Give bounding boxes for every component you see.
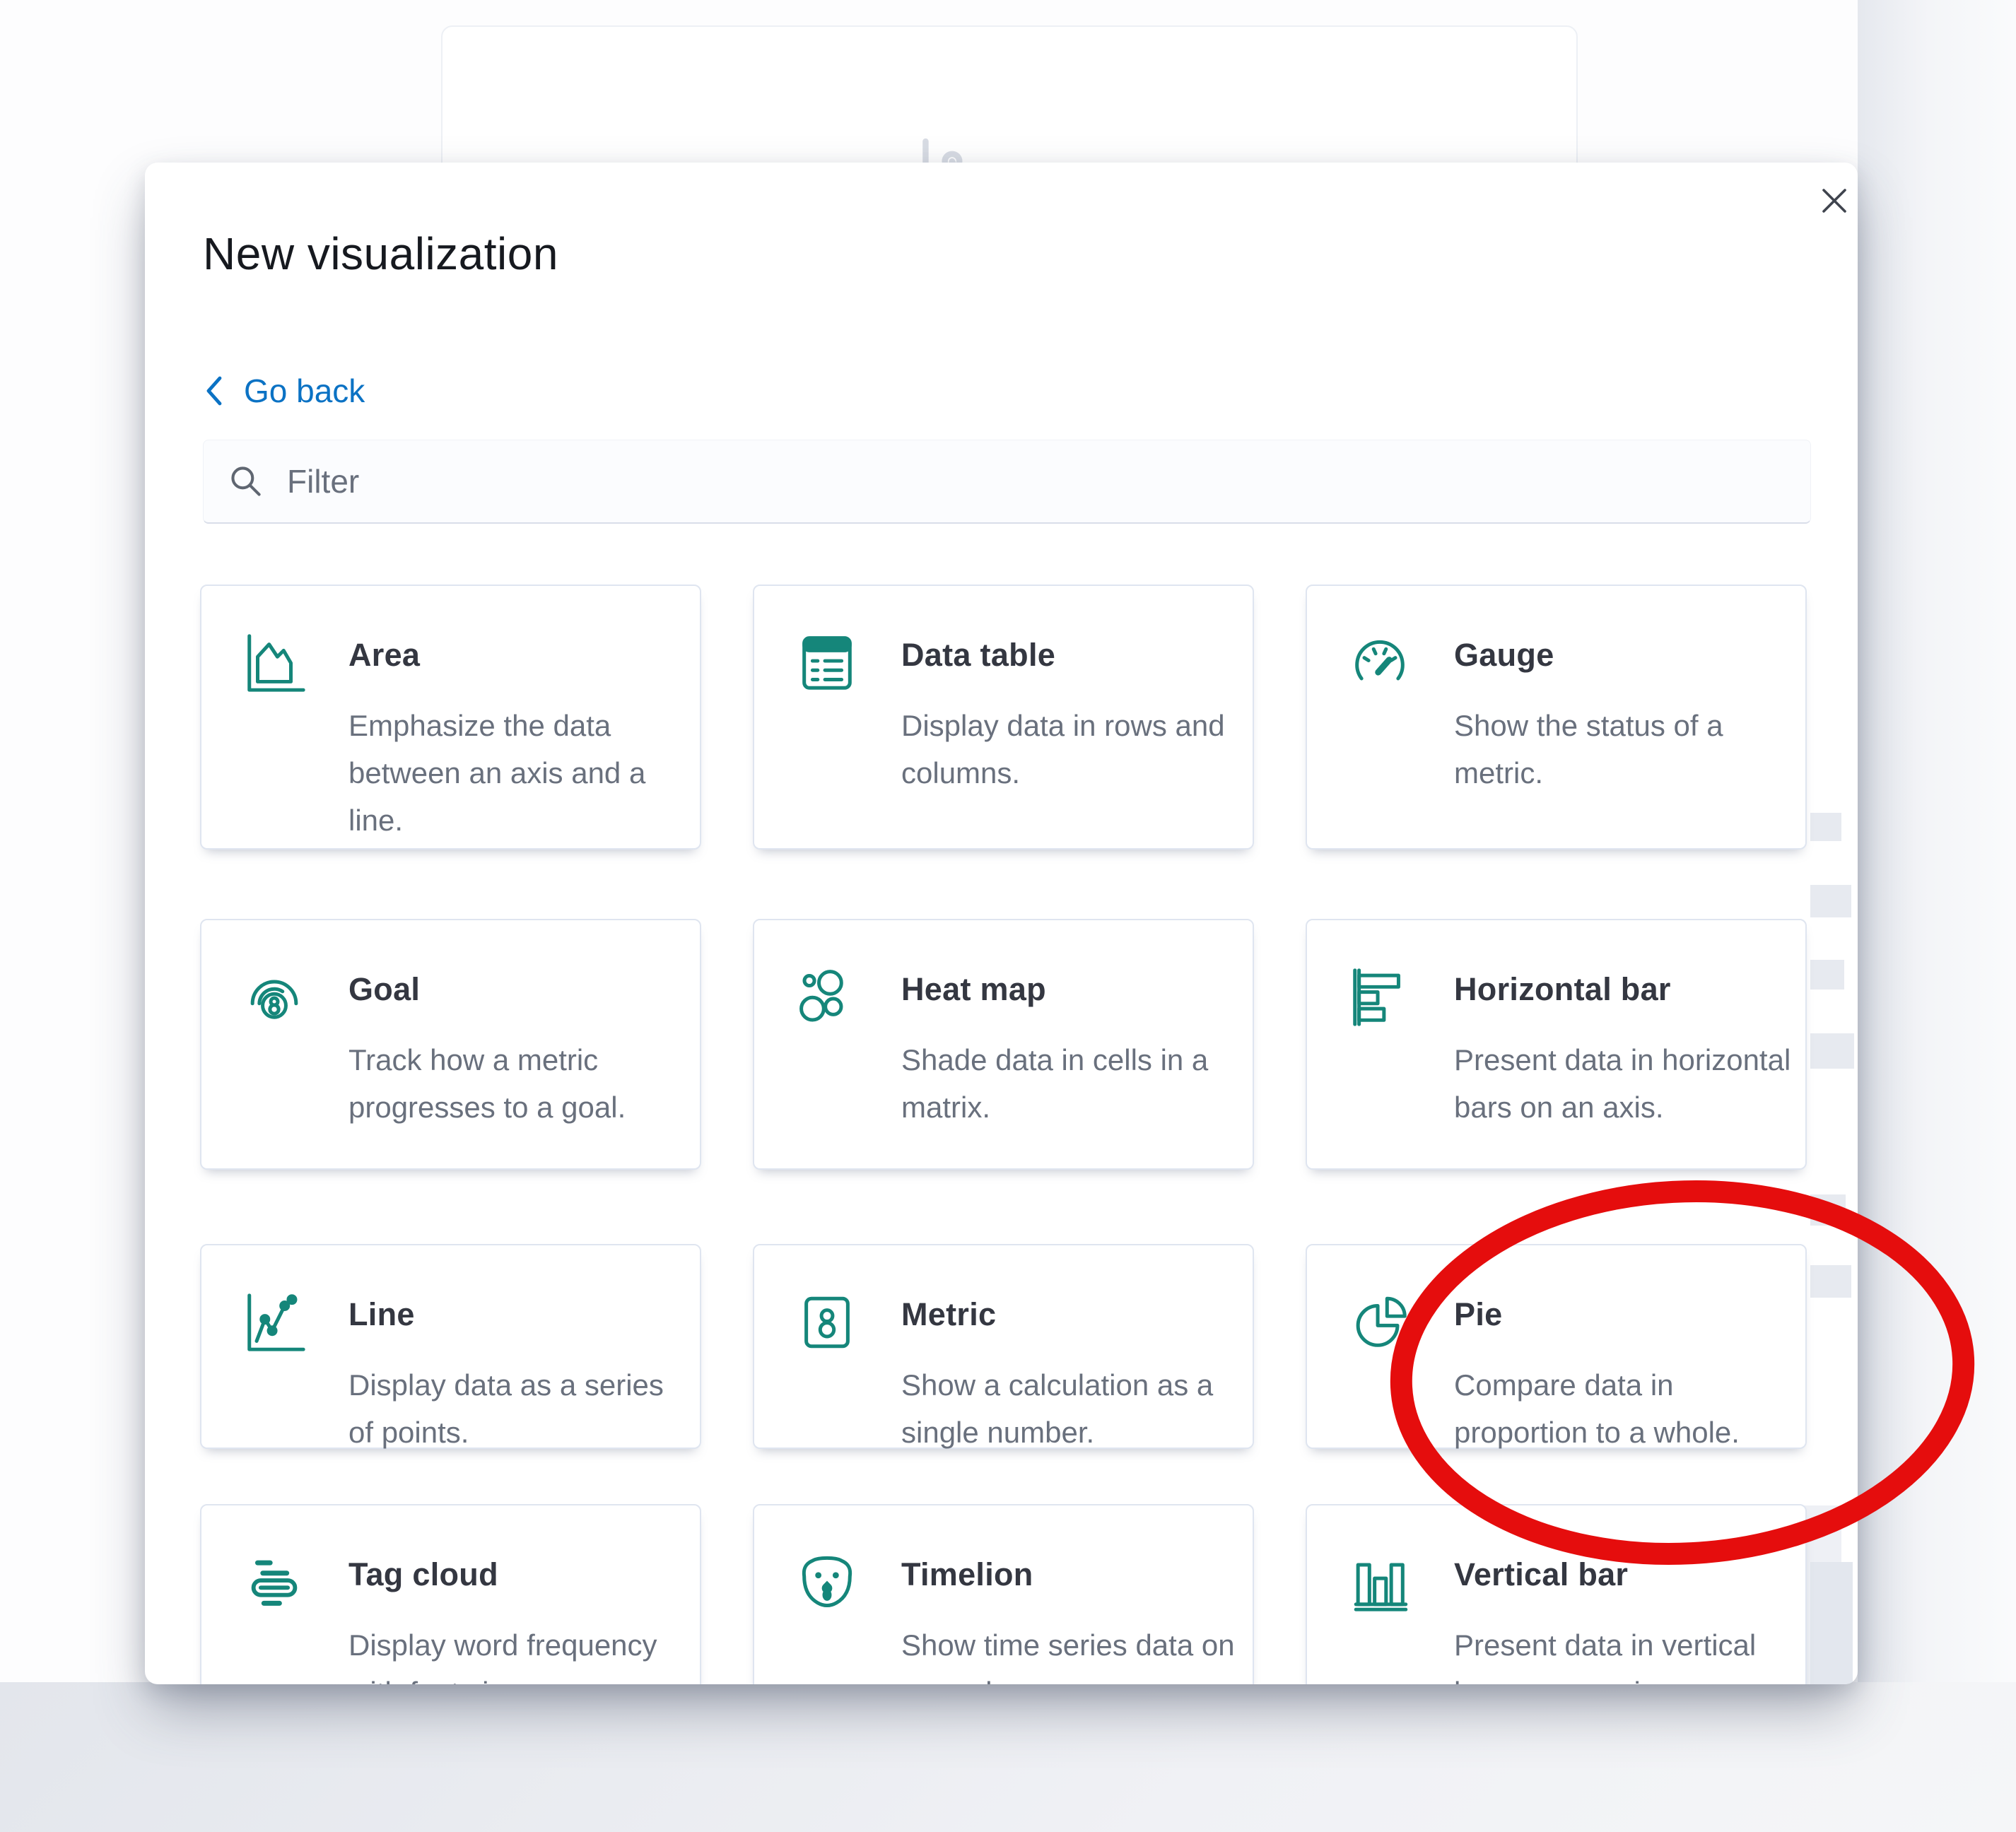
card-description: Present data in vertical bars on an axis… <box>1454 1621 1798 1684</box>
modal-title: New visualization <box>203 228 558 280</box>
card-title: Pie <box>1454 1296 1798 1333</box>
card-title: Gauge <box>1454 637 1798 674</box>
viz-card-gauge[interactable]: Gauge Show the status of a metric. <box>1306 585 1807 850</box>
heat-map-icon <box>794 964 860 1030</box>
viz-card-area[interactable]: Area Emphasize the data between an axis … <box>200 585 701 850</box>
card-title: Data table <box>901 637 1246 674</box>
chevron-left-icon <box>203 374 228 408</box>
card-title: Heat map <box>901 971 1246 1008</box>
card-description: Show a calculation as a single number. <box>901 1361 1246 1456</box>
goal-icon <box>241 964 307 1030</box>
go-back-link[interactable]: Go back <box>203 372 365 410</box>
new-visualization-modal: New visualization Go back Area Emphasize… <box>145 163 1858 1684</box>
line-chart-icon <box>241 1289 307 1356</box>
card-title: Line <box>348 1296 693 1333</box>
card-description: Display data as a series of points. <box>348 1361 693 1456</box>
card-title: Goal <box>348 971 693 1008</box>
card-description: Compare data in proportion to a whole. <box>1454 1361 1798 1456</box>
faded-illustration <box>1810 813 1841 841</box>
background-right-band <box>1858 0 2016 1832</box>
card-description: Display word frequency with font size. <box>348 1621 693 1684</box>
faded-illustration <box>1810 960 1844 990</box>
card-description: Display data in rows and columns. <box>901 702 1246 797</box>
viz-card-horizontal-bar[interactable]: Horizontal bar Present data in horizonta… <box>1306 919 1807 1170</box>
horizontal-bar-icon <box>1347 964 1413 1030</box>
viz-card-line[interactable]: Line Display data as a series of points. <box>200 1244 701 1449</box>
viz-card-data-table[interactable]: Data table Display data in rows and colu… <box>753 585 1254 850</box>
area-chart-icon <box>241 630 307 696</box>
gauge-icon <box>1347 630 1413 696</box>
card-title: Tag cloud <box>348 1556 693 1593</box>
data-table-icon <box>794 630 860 696</box>
faded-illustration <box>1810 1194 1846 1226</box>
card-title: Timelion <box>901 1556 1246 1593</box>
faded-illustration <box>1810 1562 1853 1684</box>
card-description: Emphasize the data between an axis and a… <box>348 702 693 844</box>
card-description: Shade data in cells in a matrix. <box>901 1036 1246 1131</box>
viz-card-vertical-bar[interactable]: Vertical bar Present data in vertical ba… <box>1306 1504 1807 1684</box>
card-title: Vertical bar <box>1454 1556 1798 1593</box>
go-back-label: Go back <box>244 372 365 410</box>
filter-input[interactable] <box>286 440 1789 523</box>
pie-chart-icon <box>1347 1289 1413 1356</box>
close-icon[interactable] <box>1817 184 1851 218</box>
viz-card-metric[interactable]: Metric Show a calculation as a single nu… <box>753 1244 1254 1449</box>
card-description: Track how a metric progresses to a goal. <box>348 1036 693 1131</box>
card-description: Show time series data on a graph. <box>901 1621 1246 1684</box>
metric-icon <box>794 1289 860 1356</box>
viz-card-heat-map[interactable]: Heat map Shade data in cells in a matrix… <box>753 919 1254 1170</box>
viz-card-goal[interactable]: Goal Track how a metric progresses to a … <box>200 919 701 1170</box>
card-description: Present data in horizontal bars on an ax… <box>1454 1036 1798 1131</box>
filter-field <box>203 440 1811 524</box>
tag-cloud-icon <box>241 1549 307 1616</box>
card-description: Show the status of a metric. <box>1454 702 1798 797</box>
viz-card-pie[interactable]: Pie Compare data in proportion to a whol… <box>1306 1244 1807 1449</box>
card-title: Horizontal bar <box>1454 971 1798 1008</box>
search-icon <box>228 463 264 500</box>
viz-card-timelion[interactable]: Timelion Show time series data on a grap… <box>753 1504 1254 1684</box>
card-title: Metric <box>901 1296 1246 1333</box>
viz-card-tag-cloud[interactable]: Tag cloud Display word frequency with fo… <box>200 1504 701 1684</box>
new-visualization-page: New visualization Go back Area Emphasize… <box>0 0 2016 1832</box>
vertical-bar-icon <box>1347 1549 1413 1616</box>
timelion-icon <box>794 1549 860 1616</box>
faded-illustration <box>1810 1033 1854 1069</box>
card-title: Area <box>348 637 693 674</box>
faded-illustration <box>1810 885 1851 917</box>
faded-illustration <box>1810 1265 1851 1298</box>
background-bottom-band <box>0 1682 2016 1832</box>
